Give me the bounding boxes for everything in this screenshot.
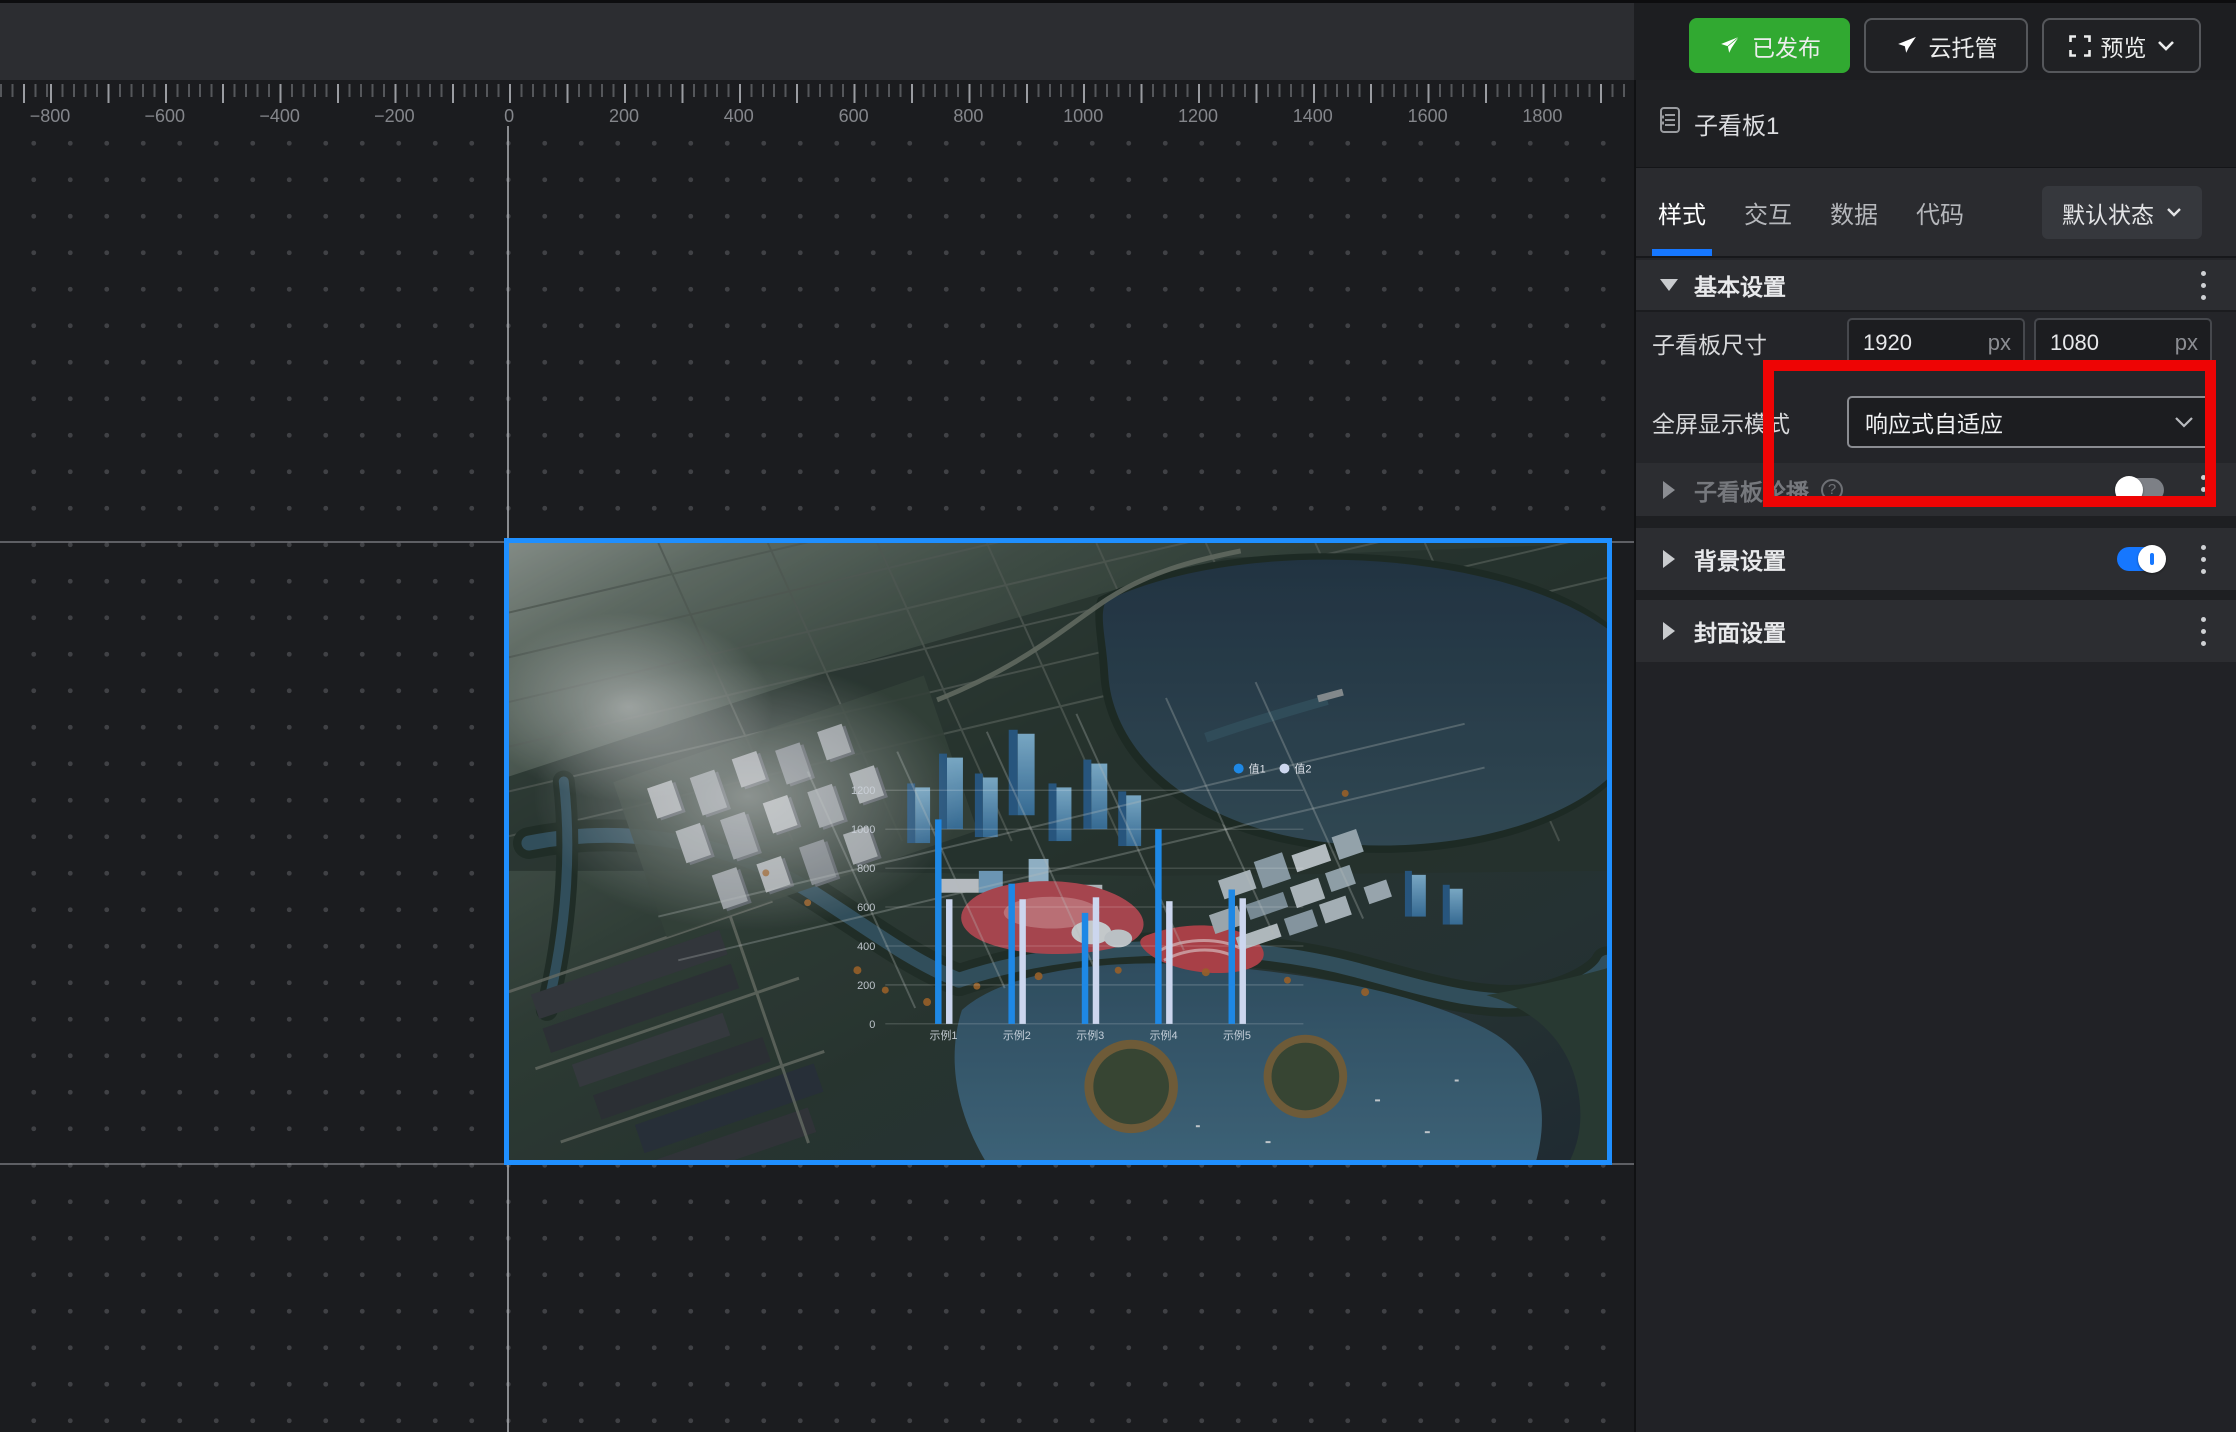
svg-text:1000: 1000 [851, 824, 875, 836]
tab-interaction[interactable]: 交互 [1744, 168, 1792, 256]
svg-text:0: 0 [869, 1019, 875, 1031]
section-cover-settings[interactable]: 封面设置 [1636, 600, 2236, 662]
section-gap [1636, 590, 2236, 600]
display-mode-dropdown[interactable]: 响应式自适应 [1847, 396, 2212, 448]
section-basic-settings[interactable]: 基本设置 [1636, 260, 2236, 312]
ruler-label: 1600 [1408, 106, 1448, 127]
section-background-settings[interactable]: 背景设置 [1636, 528, 2236, 590]
city-render-image: 0 200 400 600 800 1000 1200 示例1 示例2 示例3 示例4 示例5 值1 值2 [509, 543, 1607, 1160]
ruler-label: 0 [504, 106, 514, 127]
ruler-label: 400 [724, 106, 754, 127]
settings-panel: 子看板1 样式 交互 数据 代码 默认状态 基本设置 子看板尺寸 1920 px… [1634, 80, 2236, 1432]
width-unit: px [1988, 330, 2011, 356]
state-selector-dropdown[interactable]: 默认状态 [2042, 186, 2202, 239]
ruler: −800 −600 −400 −200 0 200 400 600 800 1000 1200 140… [0, 106, 1634, 130]
caret-right-icon [1663, 481, 1675, 499]
sub-dashboard-artboard[interactable]: 0 200 400 600 800 1000 1200 示例1 示例2 示例3 示例4 示例5 值1 值2 [504, 538, 1612, 1165]
published-label: 已发布 [1752, 29, 1821, 63]
svg-text:600: 600 [857, 902, 875, 914]
ruler-label: −600 [145, 106, 186, 127]
ruler-label: 1000 [1063, 106, 1103, 127]
ruler-label: 1800 [1522, 106, 1562, 127]
caret-down-icon [1660, 279, 1678, 291]
fullscreen-brackets-icon [2069, 35, 2091, 57]
preview-label: 预览 [2101, 29, 2147, 63]
paper-plane-icon [1895, 34, 1919, 58]
svg-text:400: 400 [857, 941, 875, 953]
preview-button[interactable]: 预览 [2042, 18, 2201, 73]
sub-dashboard-icon [1658, 106, 1682, 141]
kebab-menu-icon[interactable] [2201, 617, 2206, 646]
panel-header: 子看板1 [1636, 80, 2236, 168]
width-value: 1920 [1863, 330, 1912, 356]
svg-text:1200: 1200 [851, 785, 875, 797]
size-label: 子看板尺寸 [1652, 326, 1767, 360]
section-title: 背景设置 [1694, 542, 1786, 576]
section-title: 封面设置 [1694, 614, 1786, 648]
svg-text:示例1: 示例1 [930, 1028, 958, 1042]
ruler-major-ticks [0, 84, 1634, 103]
size-field-row: 子看板尺寸 1920 px 1080 px [1636, 318, 2236, 368]
ruler-label: 800 [953, 106, 983, 127]
width-input[interactable]: 1920 px [1847, 318, 2025, 368]
ruler-label: −200 [374, 106, 415, 127]
info-icon: ? [1821, 479, 1843, 501]
editor-canvas[interactable]: −800 −600 −400 −200 0 200 400 600 800 1000 1200 140… [0, 80, 1634, 1432]
ruler-label: 1400 [1293, 106, 1333, 127]
tab-style[interactable]: 样式 [1658, 168, 1706, 256]
chevron-down-icon [2174, 416, 2194, 429]
svg-text:示例4: 示例4 [1150, 1028, 1178, 1042]
svg-text:值1: 值1 [1249, 763, 1266, 776]
height-unit: px [2175, 330, 2198, 356]
published-button[interactable]: 已发布 [1689, 18, 1850, 73]
section-gap [1636, 516, 2236, 528]
chevron-down-icon [2157, 40, 2175, 52]
ruler-label: 600 [839, 106, 869, 127]
cloud-hosting-button[interactable]: 云托管 [1864, 18, 2028, 73]
display-mode-row: 全屏显示模式 响应式自适应 [1636, 396, 2236, 448]
height-value: 1080 [2050, 330, 2099, 356]
height-input[interactable]: 1080 px [2034, 318, 2212, 368]
display-mode-label: 全屏显示模式 [1652, 405, 1790, 439]
kebab-menu-icon[interactable] [2201, 545, 2206, 574]
paper-plane-icon [1718, 34, 1742, 58]
tab-data[interactable]: 数据 [1830, 168, 1878, 256]
svg-text:值2: 值2 [1294, 763, 1311, 776]
display-mode-value: 响应式自适应 [1865, 405, 2003, 439]
ruler-label: −400 [259, 106, 300, 127]
cloud-hosting-label: 云托管 [1929, 29, 1998, 63]
svg-text:示例5: 示例5 [1223, 1028, 1251, 1042]
chevron-down-icon [2166, 207, 2182, 218]
svg-text:示例2: 示例2 [1003, 1028, 1031, 1042]
background-toggle[interactable] [2117, 547, 2164, 571]
panel-empty-area [1636, 662, 2236, 1432]
section-title: 基本设置 [1694, 268, 1786, 302]
topbar-canvas-section [0, 0, 1634, 80]
caret-right-icon [1663, 550, 1675, 568]
ruler-label: −800 [30, 106, 71, 127]
carousel-toggle[interactable] [2117, 478, 2164, 502]
section-title: 子看板轮播 [1694, 473, 1809, 507]
panel-title: 子看板1 [1694, 106, 1779, 141]
kebab-menu-icon[interactable] [2201, 271, 2206, 300]
state-selector-label: 默认状态 [2062, 196, 2154, 230]
ruler-label: 200 [609, 106, 639, 127]
svg-text:示例3: 示例3 [1076, 1028, 1104, 1042]
svg-text:200: 200 [857, 980, 875, 992]
caret-right-icon [1663, 622, 1675, 640]
section-carousel[interactable]: 子看板轮播 ? [1636, 463, 2236, 516]
tab-code[interactable]: 代码 [1916, 168, 1964, 256]
kebab-menu-icon[interactable] [2201, 475, 2206, 504]
ruler-label: 1200 [1178, 106, 1218, 127]
svg-text:800: 800 [857, 863, 875, 875]
